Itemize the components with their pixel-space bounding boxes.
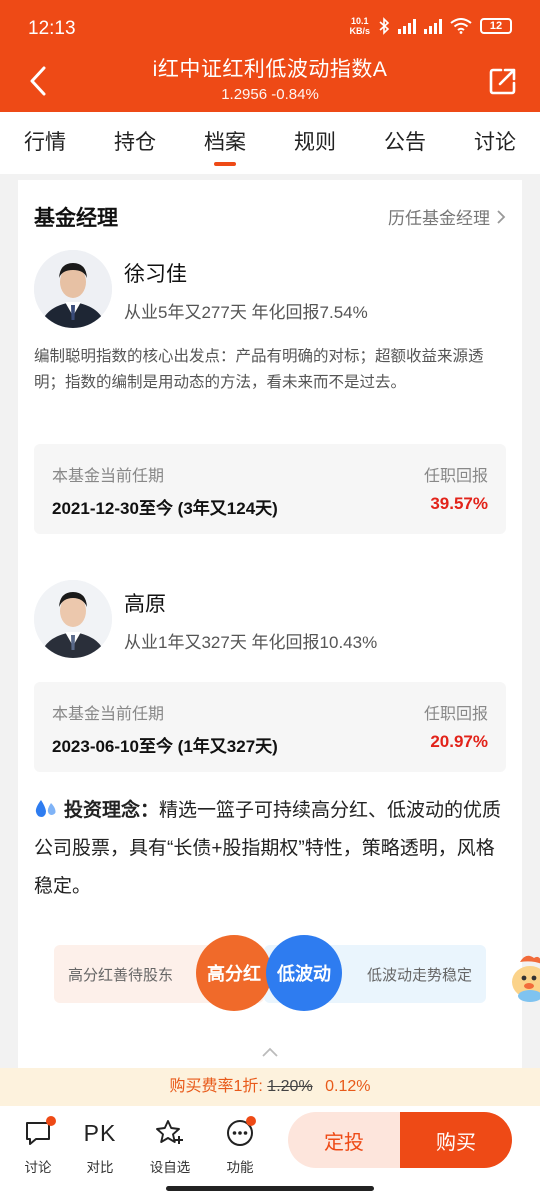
pk-icon: PK [83,1119,117,1146]
tenure-box: 本基金当前任期 任职回报 2023-06-10至今 (1年又327天) 20.9… [34,682,506,772]
fund-nav: 1.2956 [221,86,268,103]
tenure-box: 本基金当前任期 任职回报 2021-12-30至今 (3年又124天) 39.5… [34,444,506,534]
tag-right-text: 低波动走势稳定 [366,967,472,984]
fee-label: 购买费率1折: [169,1078,263,1095]
tag-high-dividend: 高分红 [196,935,272,1011]
manager-card: 基金经理 历任基金经理 徐习佳 从业5年又277天 年化回报7.54% 编制聪明… [18,180,522,1070]
fund-change: -0.84% [271,86,319,103]
philosophy-label: 投资理念： [64,800,160,821]
tab-profile[interactable]: 档案 [180,112,270,174]
star-icon [156,1120,183,1144]
manager-name: 高原 [124,593,166,616]
app-header: 12:13 10.1 KB/s 12 i红中证红利低波动指数A 1.2956 -… [0,0,540,112]
tenure-label: 本基金当前任期 [52,706,165,723]
chevron-right-icon [497,209,506,224]
signal-icon [398,18,416,34]
buy-button[interactable]: 购买 [400,1112,512,1168]
notification-dot [246,1116,256,1126]
section-title: 基金经理 [34,207,118,230]
droplet-icon [35,800,56,817]
manager-experience: 从业1年又327天 年化回报10.43% [124,633,378,652]
net-speed: 10.1 KB/s [349,16,370,36]
tab-holdings[interactable]: 持仓 [90,112,180,174]
tab-rules[interactable]: 规则 [270,112,360,174]
tenure-return-label: 任职回报 [423,468,488,485]
status-time: 12:13 [28,18,76,39]
tenure-label: 本基金当前任期 [52,468,165,485]
share-icon[interactable] [488,66,518,96]
fund-quote: 1.2956 -0.84% [0,86,540,103]
tenure-return: 39.57% [430,494,488,513]
tab-discussion[interactable]: 讨论 [450,112,540,174]
tenure-period: 2021-12-30至今 (3年又124天) [52,499,278,518]
tenure-return: 20.97% [430,732,488,751]
avatar [34,250,112,328]
fee-bar: 购买费率1折: 1.20% 0.12% [0,1068,540,1106]
battery-icon: 12 [480,18,512,34]
investment-philosophy: 投资理念：精选一篮子可持续高分红、低波动的优质公司股票，具有“长债+股指期权”特… [34,792,506,906]
tab-bar: 行情 持仓 档案 规则 公告 讨论 [0,112,540,174]
manager-experience: 从业5年又277天 年化回报7.54% [124,303,368,322]
manager-item[interactable]: 高原 从业1年又327天 年化回报10.43% [34,580,506,670]
fund-title: i红中证红利低波动指数A [152,58,388,81]
manager-item[interactable]: 徐习佳 从业5年又277天 年化回报7.54% 编制聪明指数的核心出发点：产品有… [34,250,506,610]
mascot-icon[interactable] [506,950,540,1006]
status-bar: 12:13 10.1 KB/s 12 [0,0,540,52]
tab-market[interactable]: 行情 [0,112,90,174]
tenure-return-label: 任职回报 [423,706,488,723]
manager-description: 编制聪明指数的核心出发点：产品有明确的对标；超额收益来源透明；指数的编制是用动态… [34,348,484,391]
tab-announcements[interactable]: 公告 [360,112,450,174]
tag-left-text: 高分红善待股东 [68,967,174,984]
functions-button[interactable]: 功能 [210,1116,270,1176]
section-header: 基金经理 历任基金经理 [34,202,506,230]
home-indicator[interactable] [166,1186,374,1191]
add-watchlist-button[interactable]: 设自选 [140,1116,200,1176]
history-managers-link[interactable]: 历任基金经理 [388,204,506,229]
notification-dot [46,1116,56,1126]
tag-low-volatility: 低波动 [266,935,342,1011]
avatar [34,580,112,658]
sip-button[interactable]: 定投 [288,1112,400,1168]
discuss-button[interactable]: 讨论 [8,1116,68,1176]
status-icons: 10.1 KB/s 12 [349,16,512,36]
bottom-action-bar: 讨论 PK 对比 设自选 功能 定投 购买 [0,1106,540,1200]
compare-button[interactable]: PK 对比 [70,1116,130,1176]
manager-name: 徐习佳 [124,263,187,286]
tenure-period: 2023-06-10至今 (1年又327天) [52,737,278,756]
fee-new-rate: 0.12% [325,1078,371,1095]
feature-tags: 高分红善待股东 低波动走势稳定 高分红 低波动 [54,935,486,1011]
bluetooth-icon [379,17,390,35]
wifi-icon [450,18,472,34]
fee-old-rate: 1.20% [267,1078,313,1095]
chevron-up-icon[interactable] [260,1046,280,1058]
signal-2-icon [424,18,442,34]
